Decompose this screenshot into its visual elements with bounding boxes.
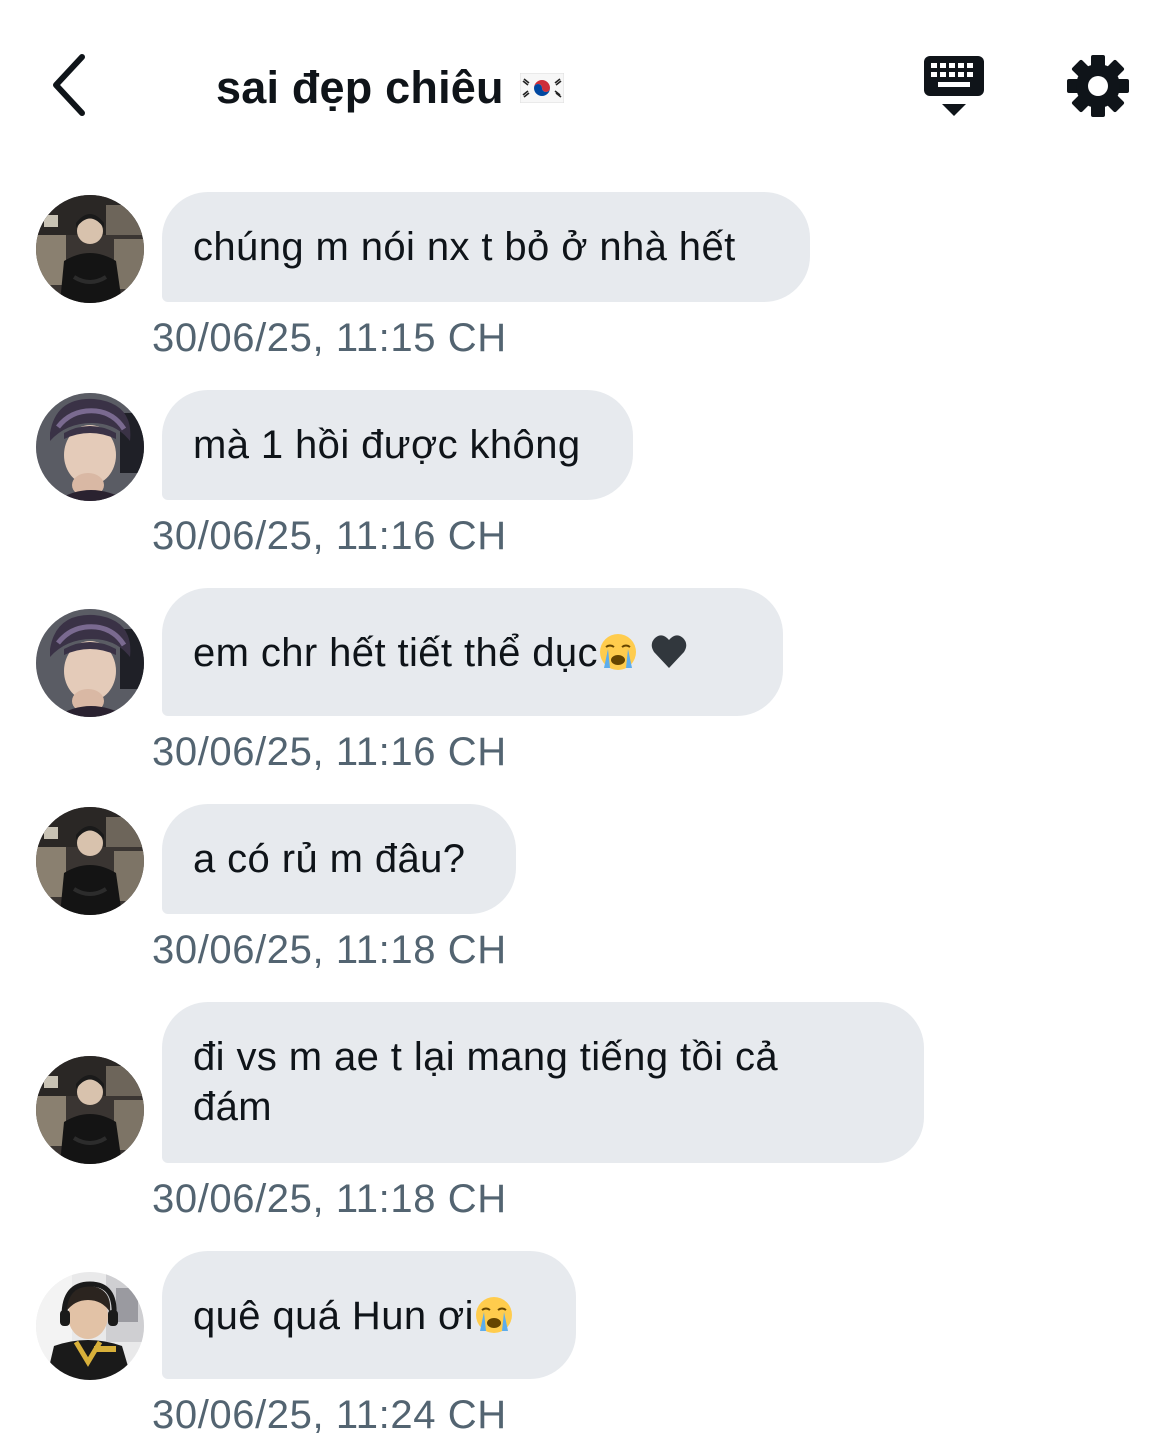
message-bubble[interactable]: mà 1 hồi được không bbox=[162, 390, 633, 500]
black-heart-icon bbox=[652, 635, 687, 668]
page-title: sai đẹp chiêu bbox=[216, 62, 504, 113]
avatar[interactable] bbox=[36, 609, 144, 717]
message-text-line: đám bbox=[193, 1085, 273, 1129]
avatar[interactable] bbox=[36, 1056, 144, 1164]
message-text: chúng m nói nx t bỏ ở nhà hết bbox=[193, 225, 736, 269]
message-timestamp: 30/06/25, 11:16 CH bbox=[152, 730, 507, 774]
message-timestamp: 30/06/25, 11:24 CH bbox=[152, 1393, 507, 1437]
conversation-header[interactable]: sai đẹp chiêu bbox=[216, 58, 564, 118]
message-bubble[interactable]: đi vs m ae t lại mang tiếng tồi cả đám bbox=[162, 1002, 924, 1163]
settings-button[interactable] bbox=[1064, 52, 1132, 120]
message-text-line: đi vs m ae t lại mang tiếng tồi cả bbox=[193, 1035, 778, 1079]
back-button[interactable] bbox=[38, 50, 98, 120]
chevron-left-icon bbox=[53, 54, 85, 116]
avatar[interactable] bbox=[36, 1272, 144, 1380]
message-bubble[interactable]: chúng m nói nx t bỏ ở nhà hết bbox=[162, 192, 810, 302]
keyboard-button[interactable] bbox=[918, 52, 990, 122]
message-text: a có rủ m đâu? bbox=[193, 837, 466, 881]
message-timestamp: 30/06/25, 11:18 CH bbox=[152, 1177, 507, 1221]
avatar[interactable] bbox=[36, 393, 144, 501]
message-bubble[interactable]: em chr hết tiết thể dục bbox=[162, 588, 783, 716]
crying-face-icon bbox=[474, 1296, 513, 1334]
message-timestamp: 30/06/25, 11:18 CH bbox=[152, 928, 507, 972]
crying-face-icon bbox=[598, 633, 637, 671]
keyboard-icon bbox=[924, 56, 984, 116]
avatar[interactable] bbox=[36, 195, 144, 303]
message-text: quê quá Hun ơi bbox=[193, 1294, 474, 1338]
message-text: mà 1 hồi được không bbox=[193, 423, 581, 467]
message-bubble[interactable]: a có rủ m đâu? bbox=[162, 804, 516, 914]
south-korea-flag-icon bbox=[519, 73, 564, 103]
top-bar: sai đẹp chiêu bbox=[0, 0, 1170, 170]
gear-icon bbox=[1067, 55, 1129, 117]
message-text: em chr hết tiết thể dục bbox=[193, 631, 598, 675]
message-timestamp: 30/06/25, 11:15 CH bbox=[152, 316, 507, 360]
avatar[interactable] bbox=[36, 807, 144, 915]
message-bubble[interactable]: quê quá Hun ơi bbox=[162, 1251, 576, 1379]
message-timestamp: 30/06/25, 11:16 CH bbox=[152, 514, 507, 558]
